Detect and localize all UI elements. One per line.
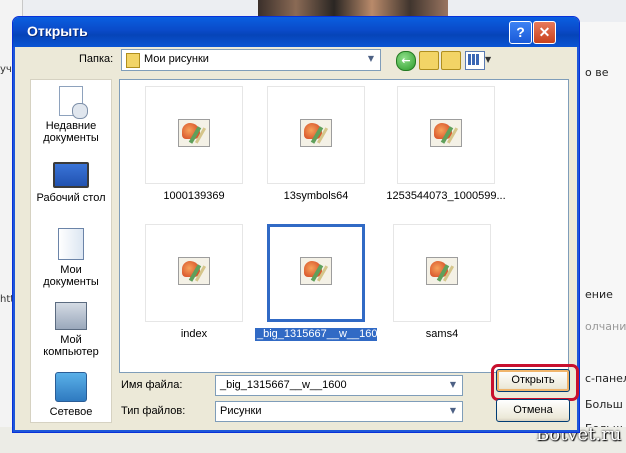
- file-name: 1000139369: [163, 190, 225, 202]
- place-recent-documents[interactable]: Недавние документы: [31, 86, 111, 144]
- filename-label: Имя файла:: [121, 379, 183, 391]
- cancel-button[interactable]: Отмена: [496, 399, 570, 422]
- close-button[interactable]: ✕: [533, 21, 556, 44]
- file-item[interactable]: index: [144, 224, 244, 341]
- view-menu-icon[interactable]: [465, 51, 485, 70]
- place-network[interactable]: Сетевое: [31, 372, 111, 418]
- place-label: Недавние документы: [43, 120, 99, 144]
- background-text: олчанию: [585, 320, 626, 333]
- filetype-select[interactable]: Рисунки ▼: [215, 401, 463, 422]
- my-computer-icon: [55, 302, 87, 330]
- file-thumbnail: [393, 224, 491, 322]
- file-thumbnail: [397, 86, 495, 184]
- file-name: sams4: [425, 328, 459, 340]
- filename-input[interactable]: _big_1315667__w__1600 ▼: [215, 375, 463, 396]
- place-label: Мои документы: [43, 264, 99, 288]
- folder-label: Папка:: [79, 53, 114, 65]
- file-list[interactable]: 1000139369 13symbols64 1253544073_100059…: [119, 79, 569, 373]
- dialog-titlebar[interactable]: Открыть ? ✕: [13, 17, 579, 47]
- place-my-computer[interactable]: Мой компьютер: [31, 302, 111, 358]
- open-file-dialog: Открыть ? ✕ Папка: Мои рисунки ▼ ← ▼ Нед…: [12, 16, 580, 433]
- image-file-icon: [178, 119, 210, 147]
- image-file-icon: [300, 257, 332, 285]
- background-right-panel: о ве ение олчанию с-панели Больш Больш: [578, 22, 626, 453]
- chevron-down-icon[interactable]: ▼: [363, 51, 379, 67]
- file-thumbnail: [145, 86, 243, 184]
- open-button[interactable]: Открыть: [496, 369, 570, 392]
- desktop-icon: [53, 162, 89, 188]
- file-item[interactable]: sams4: [392, 224, 492, 341]
- place-desktop[interactable]: Рабочий стол: [31, 162, 111, 204]
- file-item[interactable]: 1253544073_1000599...: [382, 86, 510, 203]
- background-text: Больш: [585, 398, 623, 411]
- my-documents-icon: [58, 228, 84, 260]
- folder-select[interactable]: Мои рисунки ▼: [121, 49, 381, 71]
- file-name: 1253544073_1000599...: [386, 190, 506, 202]
- chevron-down-icon[interactable]: ▼: [445, 377, 461, 393]
- file-name: index: [180, 328, 208, 340]
- filetype-value: Рисунки: [220, 405, 262, 417]
- place-my-documents[interactable]: Мои документы: [31, 228, 111, 288]
- new-folder-icon[interactable]: [441, 51, 461, 70]
- image-file-icon: [300, 119, 332, 147]
- image-file-icon: [430, 119, 462, 147]
- filetype-label: Тип файлов:: [121, 405, 186, 417]
- place-label: Рабочий стол: [36, 192, 106, 204]
- file-thumbnail: [267, 224, 365, 322]
- recent-documents-icon: [59, 86, 88, 119]
- help-button[interactable]: ?: [509, 21, 532, 44]
- chevron-down-icon[interactable]: ▼: [445, 403, 461, 419]
- chevron-down-icon[interactable]: ▼: [485, 55, 491, 64]
- file-item[interactable]: 1000139369: [144, 86, 244, 203]
- file-thumbnail: [145, 224, 243, 322]
- folder-icon: [126, 53, 140, 68]
- file-item-selected[interactable]: _big_1315667__w__1600: [252, 224, 384, 341]
- file-name: _big_1315667__w__1600: [255, 328, 384, 341]
- dialog-title: Открыть: [27, 23, 88, 39]
- file-name: 13symbols64: [283, 190, 349, 202]
- filename-value: _big_1315667__w__1600: [220, 379, 347, 391]
- file-item[interactable]: 13symbols64: [266, 86, 366, 203]
- places-bar: Недавние документы Рабочий стол Мои доку…: [30, 79, 112, 423]
- back-button[interactable]: ←: [396, 51, 416, 71]
- image-file-icon: [178, 257, 210, 285]
- background-text: ение: [585, 288, 613, 301]
- file-thumbnail: [267, 86, 365, 184]
- image-file-icon: [426, 257, 458, 285]
- background-text: о ве: [585, 66, 609, 79]
- place-label: Мой компьютер: [43, 334, 99, 358]
- place-label: Сетевое: [49, 406, 93, 418]
- background-text: с-панели: [585, 372, 626, 385]
- folder-value: Мои рисунки: [144, 53, 209, 65]
- up-folder-icon[interactable]: [419, 51, 439, 70]
- network-icon: [55, 372, 87, 402]
